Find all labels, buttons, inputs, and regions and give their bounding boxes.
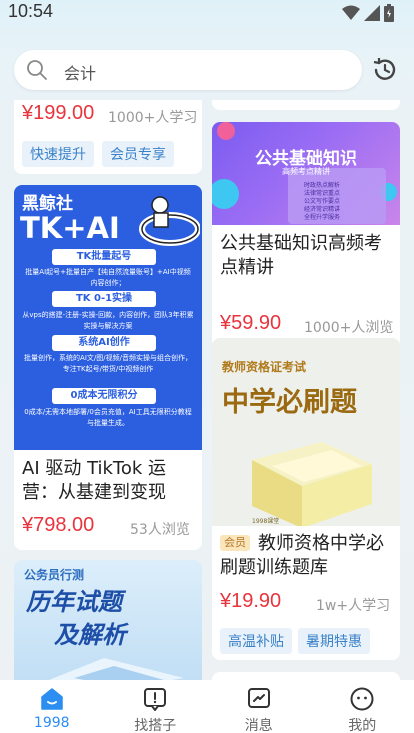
cover-list: 时政热点解析 法律常识重点 公文写作要点 经济常识精讲 全程升学服务 [304, 182, 340, 222]
nav-item-home[interactable]: 1998 [0, 680, 104, 733]
course-meta: 1000+人浏览 [304, 320, 394, 336]
battery-icon [384, 4, 394, 22]
course-cover: 黑鲸社 TK+AI TK批量起号 批量AI起号+批量自产【纯自然流量账号】+AI… [14, 185, 202, 450]
profile-icon [350, 687, 374, 711]
course-card[interactable]: 教师资格证考试 中学必刷题 1998课堂 会员 教师资格中学必刷题训练题库 ¥1… [212, 338, 400, 660]
cover-section-text: 0成本/无需本地部署/0会员充值，AI工具无限积分教程与批量生成。 [24, 408, 192, 427]
cover-label: 教师资格证考试 [222, 360, 307, 374]
nav-item-profile[interactable]: 我的 [311, 680, 414, 733]
cover-section-label: TK批量起号 [52, 249, 156, 265]
cover-book-label: 1998课堂 [252, 518, 280, 525]
course-feed[interactable]: ¥199.00 1000+人学习 快速提升 会员专享 公共基础知识 高频考点精讲… [0, 100, 414, 680]
course-tag: 高温补贴 [220, 628, 292, 654]
cover-list-item: 经济常识精讲 [304, 206, 341, 213]
course-cover: 教师资格证考试 中学必刷题 1998课堂 [212, 338, 400, 526]
cover-section-label: TK 0-1实操 [52, 291, 156, 307]
course-meta: 53人浏览 [130, 522, 190, 538]
course-title-text: 教师资格中学必刷题训练题库 [220, 533, 384, 578]
status-icons [342, 4, 394, 22]
cover-label: 公务员行测 [24, 568, 85, 582]
nav-item-find-partner[interactable]: 找搭子 [104, 680, 208, 733]
book-stack-illustration [252, 442, 372, 526]
wifi-icon [342, 5, 360, 20]
course-title: 公共基础知识高频考点精讲 [220, 233, 382, 278]
search-input[interactable]: 会计 [14, 50, 362, 90]
cover-section-label: 0成本无限积分 [52, 388, 156, 404]
cover-section-text: 批量创作，系统的AI文/图/视频/音频实操与组合创作，专注TK起号/带货/中视频… [24, 354, 192, 373]
nav-label: 我的 [348, 718, 377, 733]
course-card-edge[interactable] [212, 100, 400, 110]
cover-headline: 中学必刷题 [222, 387, 357, 418]
cover-headline: TK+AI [20, 211, 120, 245]
status-time: 10:54 [8, 1, 54, 21]
course-title: AI 驱动 TikTok 运营：从基建到变现 [22, 458, 167, 503]
course-title: 教师资格中学必刷题训练题库 [220, 532, 396, 580]
course-tag: 会员专享 [102, 141, 174, 167]
nav-label: 找搭子 [134, 718, 177, 733]
cover-subtitle: 高频考点精讲 [282, 167, 330, 176]
cover-section-label: 系统AI创作 [52, 335, 156, 351]
search-row: 会计 [0, 50, 414, 90]
course-card-edge[interactable] [212, 672, 400, 680]
course-card[interactable]: ¥199.00 1000+人学习 快速提升 会员专享 [14, 100, 202, 174]
cover-list-item: 法律常识重点 [304, 190, 341, 197]
course-tag: 暑期特惠 [298, 628, 370, 654]
course-meta: 1w+人学习 [316, 598, 391, 614]
course-price: ¥798.00 [22, 514, 95, 536]
nav-label: 1998 [33, 715, 70, 731]
cover-section-text: 批量AI起号+批量自产【纯自然流量账号】+AI中视频内容创作； [25, 268, 191, 287]
cover-list-item: 公文写作要点 [304, 198, 341, 205]
course-meta: 1000+人学习 [108, 110, 198, 126]
course-price: ¥59.90 [220, 312, 282, 334]
course-price: ¥199.00 [22, 102, 95, 124]
course-card[interactable]: 公务员行测 历年试题 及解析 [14, 560, 202, 680]
message-icon [247, 688, 270, 708]
whale-mascot-illustration [139, 196, 200, 246]
flag-card-icon [144, 688, 167, 711]
status-bar: 10:54 [0, 0, 414, 28]
search-placeholder: 会计 [64, 64, 97, 83]
bottom-nav: 1998 找搭子 消息 我的 [0, 680, 414, 733]
search-icon [27, 60, 47, 80]
course-tag: 快速提升 [22, 141, 94, 167]
course-cover: 公务员行测 历年试题 及解析 [14, 560, 202, 680]
course-card[interactable]: 公共基础知识 高频考点精讲 时政热点解析 法律常识重点 公文写作要点 经济常识精… [212, 122, 400, 348]
signal-icon [364, 5, 380, 21]
course-price: ¥19.90 [220, 590, 282, 612]
nav-label: 消息 [244, 718, 273, 733]
course-card[interactable]: 黑鲸社 TK+AI TK批量起号 批量AI起号+批量自产【纯自然流量账号】+AI… [14, 185, 202, 550]
cover-headline: 及解析 [54, 621, 126, 649]
history-icon[interactable] [371, 56, 399, 84]
home-icon [41, 688, 63, 710]
nav-item-messages[interactable]: 消息 [207, 680, 311, 733]
cover-headline: 历年试题 [26, 588, 122, 616]
book-stack-illustration [49, 658, 184, 680]
cover-list-item: 全程升学服务 [304, 214, 341, 221]
course-cover: 公共基础知识 高频考点精讲 时政热点解析 法律常识重点 公文写作要点 经济常识精… [212, 122, 400, 225]
cover-section-text: 从vps的搭建-注册-实操-回款，内容创作，团队3年积累实操与解决方案 [22, 311, 194, 330]
cover-list-item: 时政热点解析 [304, 182, 341, 189]
